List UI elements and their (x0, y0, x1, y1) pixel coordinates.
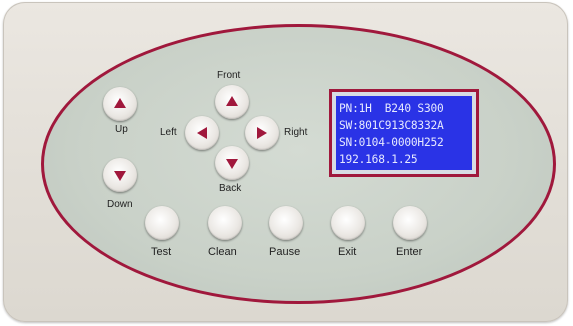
down-button[interactable] (103, 158, 137, 192)
enter-button[interactable] (393, 206, 427, 240)
up-button[interactable] (103, 87, 137, 121)
triangle-down-icon (114, 171, 126, 181)
triangle-up-icon (114, 98, 126, 108)
front-label: Front (217, 70, 241, 81)
left-button[interactable] (185, 116, 219, 150)
right-label: Right (284, 127, 308, 138)
pause-label: Pause (269, 246, 301, 258)
lcd-line-sn: SN:0104-0000H252 (339, 136, 444, 149)
front-button[interactable] (215, 85, 249, 119)
back-label: Back (219, 183, 242, 194)
lcd-frame: PN:1H B240 S300 SW:801C913C8332A SN:0104… (329, 89, 479, 177)
up-label: Up (115, 124, 128, 135)
exit-label: Exit (338, 246, 357, 258)
test-label: Test (151, 246, 172, 258)
back-button[interactable] (215, 146, 249, 180)
triangle-up-icon (226, 96, 238, 106)
triangle-left-icon (197, 127, 207, 139)
down-label: Down (107, 199, 133, 210)
clean-button[interactable] (208, 206, 242, 240)
pause-button[interactable] (269, 206, 303, 240)
triangle-right-icon (257, 127, 267, 139)
test-button[interactable] (145, 206, 179, 240)
triangle-down-icon (226, 159, 238, 169)
lcd-line-ip: 192.168.1.25 (339, 153, 418, 166)
clean-label: Clean (208, 246, 237, 258)
lcd-display: PN:1H B240 S300 SW:801C913C8332A SN:0104… (336, 96, 472, 170)
left-label: Left (160, 127, 177, 138)
lcd-line-pn: PN:1H B240 S300 (339, 102, 444, 115)
lcd-line-sw: SW:801C913C8332A (339, 119, 444, 132)
enter-label: Enter (396, 246, 423, 258)
control-panel: PN:1H B240 S300 SW:801C913C8332A SN:0104… (3, 2, 568, 322)
right-button[interactable] (245, 116, 279, 150)
exit-button[interactable] (331, 206, 365, 240)
